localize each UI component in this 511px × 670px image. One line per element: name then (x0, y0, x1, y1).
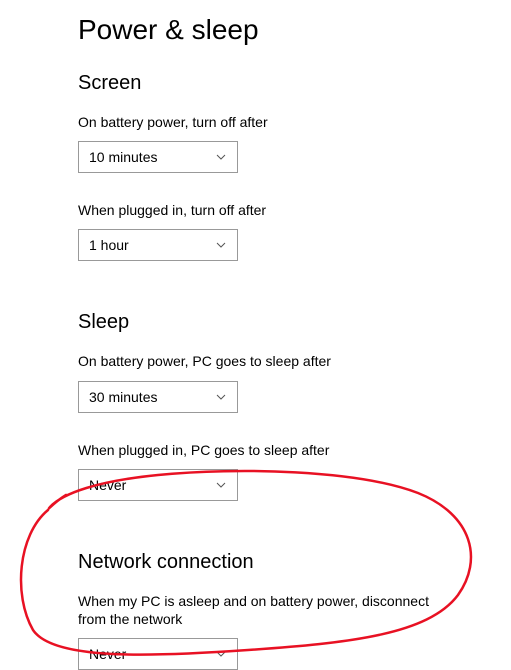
screen-battery-value: 10 minutes (89, 149, 215, 165)
screen-plugged-field: When plugged in, turn off after 1 hour (78, 201, 511, 261)
network-disconnect-dropdown[interactable]: Never (78, 638, 238, 670)
chevron-down-icon (215, 648, 227, 660)
sleep-battery-dropdown[interactable]: 30 minutes (78, 381, 238, 413)
screen-plugged-label: When plugged in, turn off after (78, 201, 448, 219)
network-disconnect-label: When my PC is asleep and on battery powe… (78, 592, 448, 628)
screen-plugged-value: 1 hour (89, 237, 215, 253)
sleep-plugged-dropdown[interactable]: Never (78, 469, 238, 501)
screen-section-title: Screen (78, 72, 511, 95)
chevron-down-icon (215, 239, 227, 251)
sleep-section: Sleep On battery power, PC goes to sleep… (78, 311, 511, 500)
screen-plugged-dropdown[interactable]: 1 hour (78, 229, 238, 261)
network-disconnect-field: When my PC is asleep and on battery powe… (78, 592, 511, 670)
settings-panel: Power & sleep Screen On battery power, t… (0, 0, 511, 670)
chevron-down-icon (215, 479, 227, 491)
screen-battery-label: On battery power, turn off after (78, 113, 448, 131)
sleep-section-title: Sleep (78, 311, 511, 334)
chevron-down-icon (215, 151, 227, 163)
sleep-battery-field: On battery power, PC goes to sleep after… (78, 352, 511, 412)
sleep-battery-label: On battery power, PC goes to sleep after (78, 352, 448, 370)
page-title: Power & sleep (78, 14, 511, 46)
screen-battery-dropdown[interactable]: 10 minutes (78, 141, 238, 173)
sleep-battery-value: 30 minutes (89, 389, 215, 405)
sleep-plugged-field: When plugged in, PC goes to sleep after … (78, 441, 511, 501)
network-disconnect-value: Never (89, 646, 215, 662)
sleep-plugged-label: When plugged in, PC goes to sleep after (78, 441, 448, 459)
network-section-title: Network connection (78, 551, 511, 574)
sleep-plugged-value: Never (89, 477, 215, 493)
screen-battery-field: On battery power, turn off after 10 minu… (78, 113, 511, 173)
screen-section: Screen On battery power, turn off after … (78, 72, 511, 261)
chevron-down-icon (215, 391, 227, 403)
network-section: Network connection When my PC is asleep … (78, 551, 511, 670)
